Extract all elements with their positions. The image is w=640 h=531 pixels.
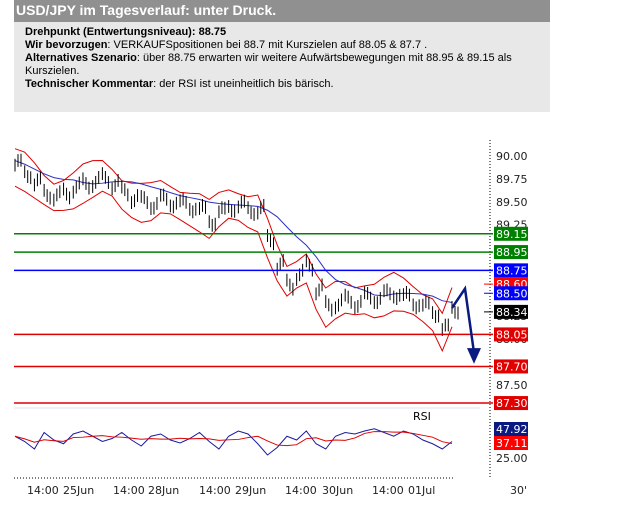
rsi-signal-value: 37.11 (496, 437, 528, 450)
level-value: 88.95 (496, 246, 528, 259)
x-tick-label: 14:00 (27, 484, 59, 497)
bollinger-lower (14, 185, 453, 353)
x-tick-label: 29Jun (235, 484, 266, 497)
level-value: 87.70 (496, 360, 528, 373)
y-tick-label: 87.50 (496, 379, 528, 392)
x-tick-label: 14:00 (199, 484, 231, 497)
price-chart: 90.0089.7589.5089.2588.2588.0087.5025.00… (14, 140, 528, 497)
x-tick-label: 14:00 (372, 484, 404, 497)
level-value: 88.05 (496, 328, 528, 341)
level-value: 89.15 (496, 228, 528, 241)
level-value: 87.30 (496, 397, 528, 410)
x-tick-label: 14:00 (285, 484, 317, 497)
x-tick-label: 01Jul (408, 484, 435, 497)
bollinger-upper (14, 148, 453, 315)
rsi-tick-label: 25.00 (496, 452, 528, 465)
y-tick-label: 90.00 (496, 150, 528, 163)
forecast-arrowhead (467, 348, 481, 364)
price-tag-value: 88.50 (496, 287, 528, 300)
forecast-arrow (450, 285, 476, 353)
x-tick-label: 25Jun (63, 484, 94, 497)
price-tag-value: 88.34 (496, 306, 528, 319)
y-tick-label: 89.50 (496, 196, 528, 209)
y-tick-label: 89.75 (496, 173, 528, 186)
x-tick-label: 28Jun (148, 484, 179, 497)
timeframe-label: 30' (510, 484, 527, 497)
rsi-line (14, 428, 453, 456)
rsi-value: 47.92 (496, 423, 528, 436)
rsi-label: RSI (413, 410, 431, 423)
x-tick-label: 30Jun (322, 484, 353, 497)
level-value: 88.75 (496, 264, 528, 277)
x-tick-label: 14:00 (113, 484, 145, 497)
moving-average (14, 160, 453, 304)
